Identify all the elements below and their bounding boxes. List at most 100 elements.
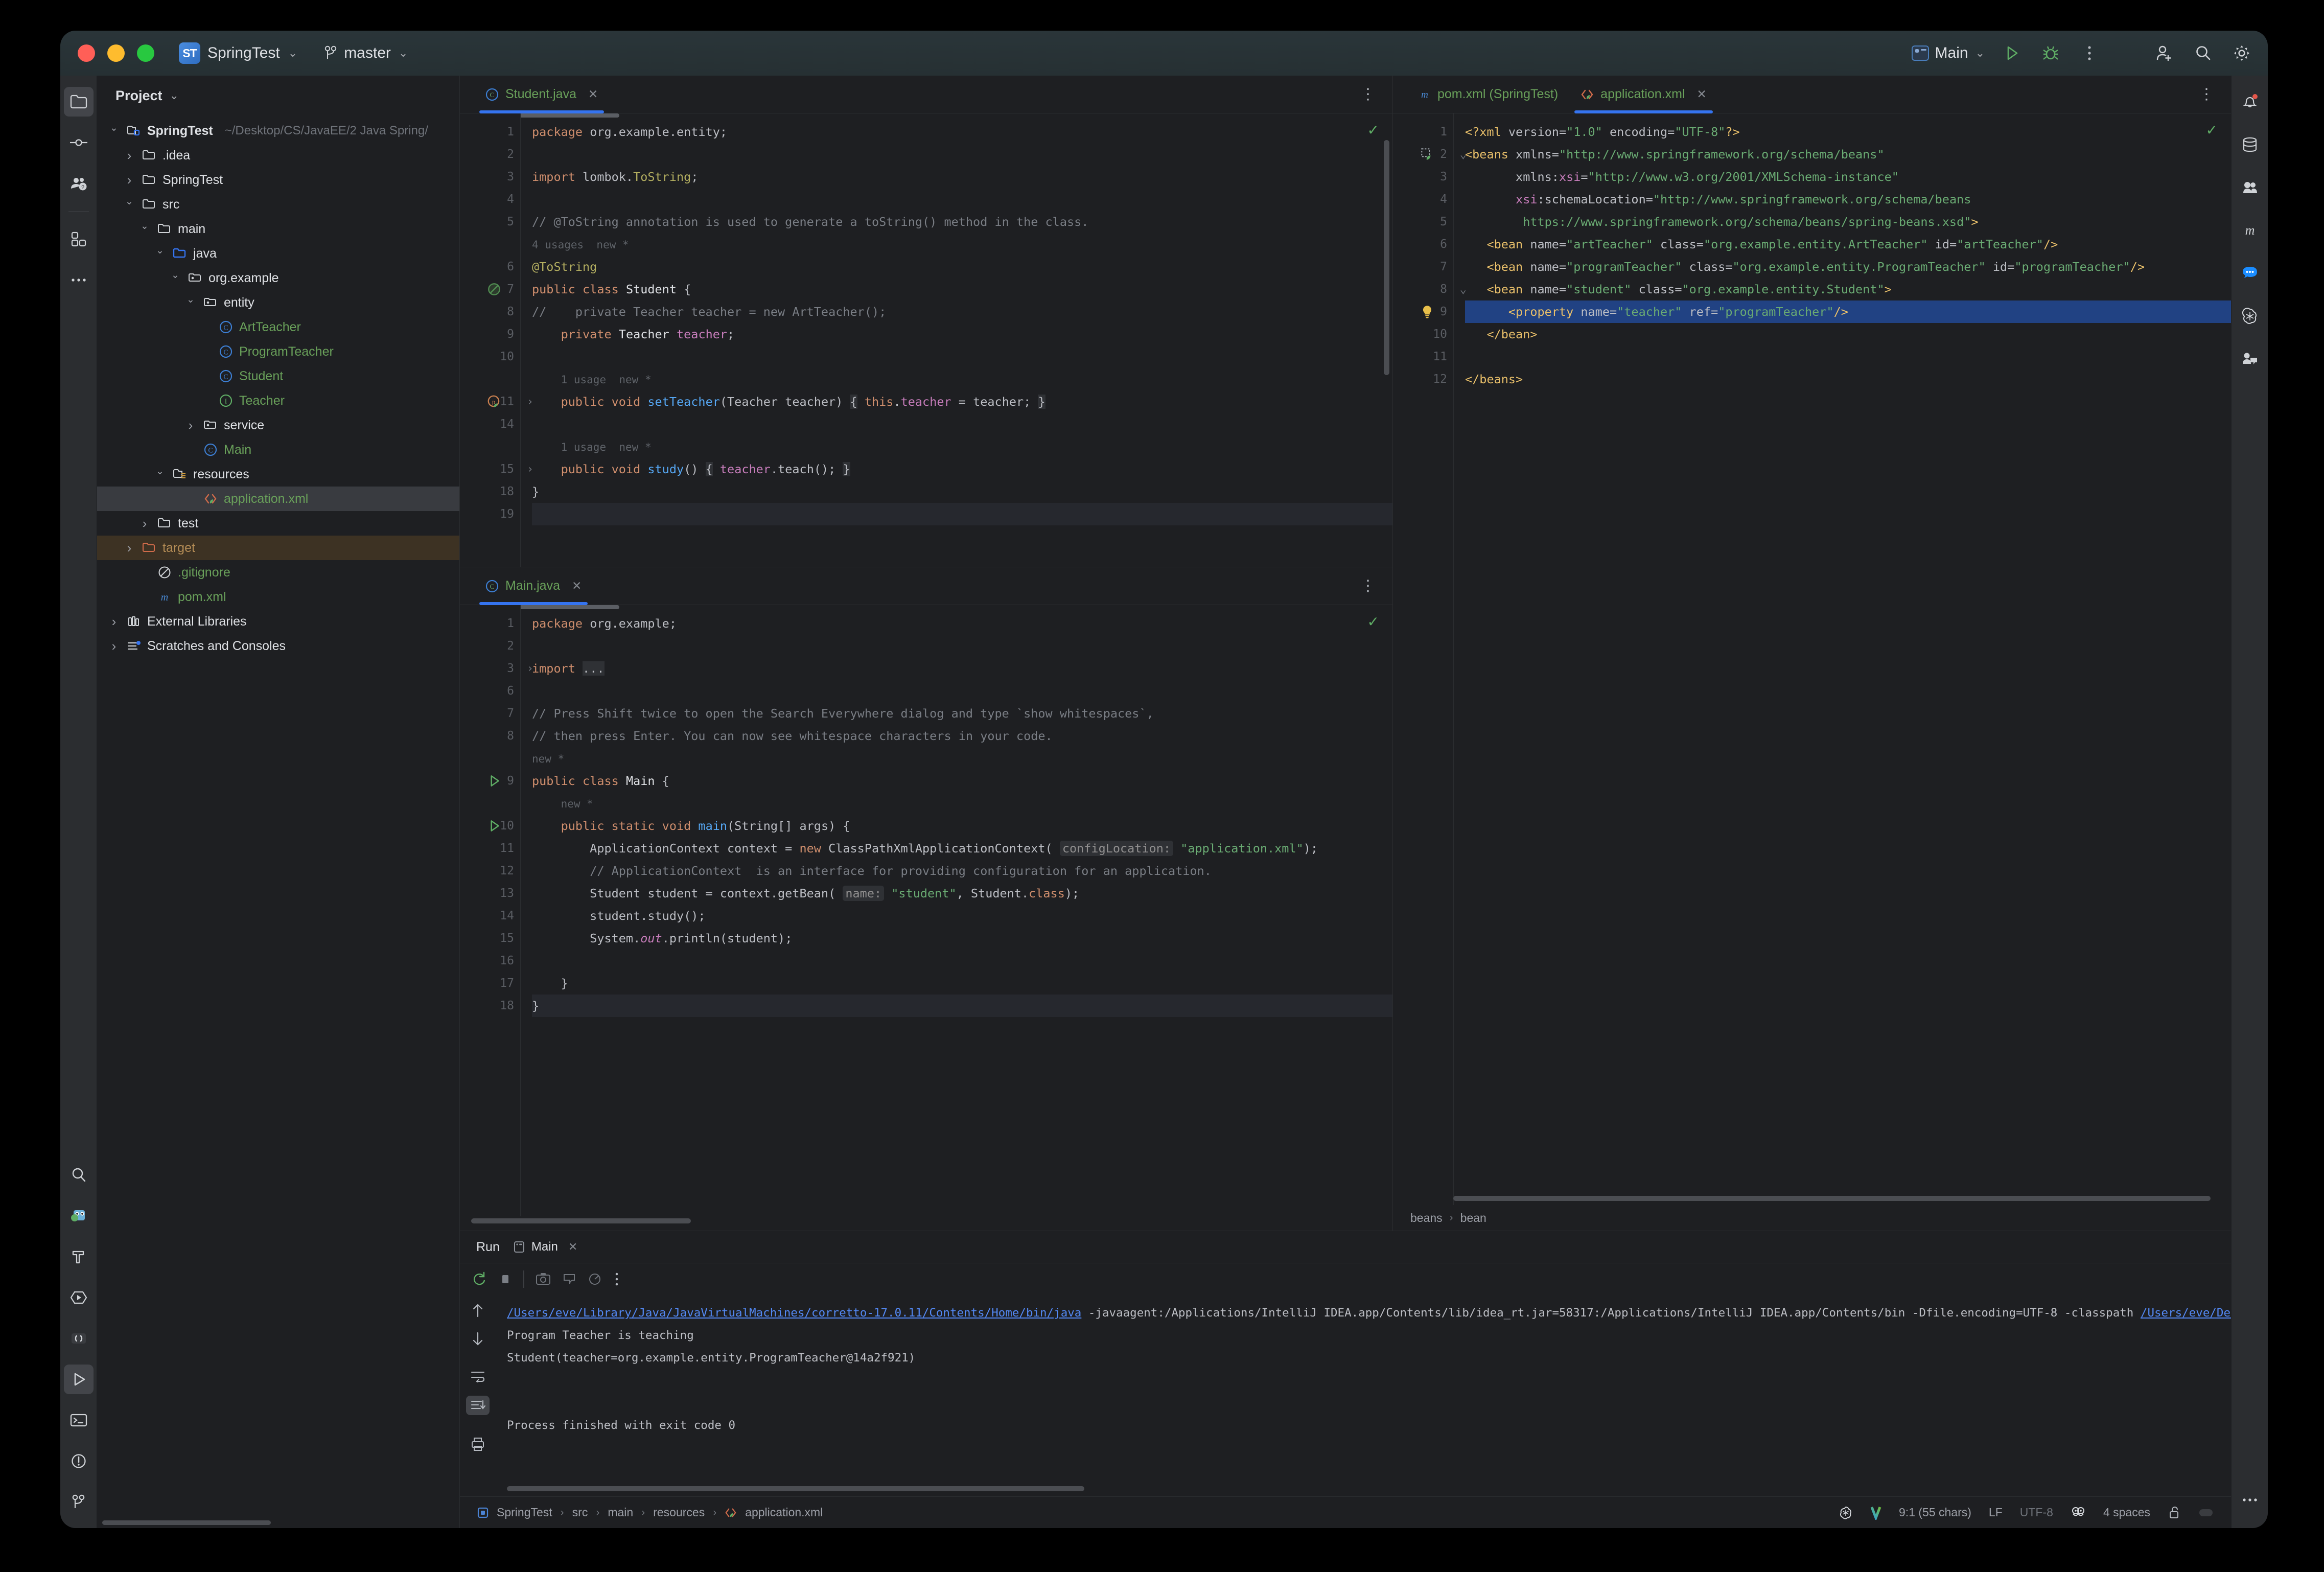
sidebar-item-more-right[interactable]	[2235, 1485, 2265, 1515]
openai-icon[interactable]	[1839, 1506, 1853, 1520]
console-link[interactable]: /Users/eve/Library/Java/JavaVirtualMachi…	[507, 1306, 1081, 1320]
code-line[interactable]: <bean name="artTeacher" class="org.examp…	[1465, 233, 2231, 256]
sidebar-item-build[interactable]	[64, 1242, 94, 1272]
camera-icon[interactable]	[536, 1272, 551, 1286]
gutter-line[interactable]: 18	[460, 995, 520, 1017]
gutter-line[interactable]	[460, 368, 520, 390]
tab-application-xml[interactable]: application.xml ✕	[1569, 76, 1718, 113]
code-line[interactable]: <property name="teacher" ref="programTea…	[1465, 300, 2231, 323]
close-icon[interactable]: ✕	[588, 87, 598, 101]
chevron-down-icon[interactable]: ⌄	[170, 89, 179, 102]
sidebar-item-terminal[interactable]	[64, 1405, 94, 1435]
line-separator[interactable]: LF	[1989, 1506, 2003, 1519]
code-xml[interactable]: <?xml version="1.0" encoding="UTF-8"?> <b…	[1453, 113, 2231, 1205]
gutter-line[interactable]: 17	[460, 972, 520, 995]
console-line[interactable]: Program Teacher is teaching	[507, 1324, 2231, 1347]
scroll-up-icon[interactable]	[471, 1303, 484, 1318]
stop-icon[interactable]	[499, 1273, 512, 1286]
editor-options-icon[interactable]: ⋮	[1360, 85, 1376, 103]
console-line[interactable]	[507, 1369, 2231, 1392]
lock-icon[interactable]	[2168, 1506, 2181, 1520]
branch-selector[interactable]: master ⌄	[324, 44, 408, 62]
run-button[interactable]	[2000, 41, 2024, 65]
inspection-ok-icon[interactable]: ✓	[1367, 613, 1379, 630]
sidebar-item-plugins[interactable]	[64, 224, 94, 254]
code-line[interactable]: public class Main {	[532, 770, 1392, 792]
chevron-right-icon[interactable]	[123, 172, 136, 188]
code-line[interactable]: https://www.springframework.org/schema/b…	[1465, 211, 2231, 233]
tree-item-springtest[interactable]: SpringTest ~/Desktop/CS/JavaEE/2 Java Spr…	[97, 119, 459, 143]
code-line[interactable]: // @ToString annotation is used to gener…	[532, 211, 1392, 233]
editor-body-student[interactable]: 1 2 3 4 5 6 7 8 9 10 11 p › 14 15 › 18 19 package org.exa…	[460, 113, 1392, 567]
add-user-icon[interactable]	[2152, 41, 2176, 65]
code-line[interactable]: 1 usage new *	[532, 435, 1392, 458]
tree-item-org-example[interactable]: org.example	[97, 266, 459, 290]
maximize-window-button[interactable]	[137, 44, 154, 62]
code-line[interactable]: import lombok.ToString;	[532, 166, 1392, 188]
project-panel-header[interactable]: Project ⌄	[97, 76, 459, 115]
gutter-line[interactable]: 10	[460, 815, 520, 837]
chevron-right-icon[interactable]	[138, 516, 151, 531]
inspection-ok-icon[interactable]: ✓	[1367, 122, 1379, 138]
breadcrumb-item[interactable]: bean	[1460, 1211, 1486, 1225]
code-line[interactable]: public static void main(String[] args) {	[532, 815, 1392, 837]
tree-item-application-xml[interactable]: application.xml	[97, 487, 459, 511]
console-line[interactable]	[507, 1392, 2231, 1414]
gutter-line[interactable]	[460, 792, 520, 815]
gutter-line[interactable]: 1	[460, 121, 520, 143]
run-configuration-selector[interactable]: Main ⌄	[1911, 44, 1985, 62]
code-line[interactable]: public void setTeacher(Teacher teacher) …	[532, 390, 1392, 413]
tree-item-artteacher[interactable]: C ArtTeacher	[97, 315, 459, 339]
caret-position[interactable]: 9:1 (55 chars)	[1899, 1506, 1971, 1519]
gutter-line[interactable]: 8	[460, 725, 520, 747]
code-line[interactable]: 4 usages new *	[532, 233, 1392, 256]
more-options-button[interactable]	[2078, 41, 2101, 65]
code-main[interactable]: package org.example; import ... // Press…	[520, 605, 1392, 1216]
code-line[interactable]: new *	[532, 747, 1392, 770]
code-line[interactable]: student.study();	[532, 905, 1392, 927]
code-line[interactable]: // Press Shift twice to open the Search …	[532, 702, 1392, 725]
sidebar-item-more[interactable]	[64, 265, 94, 295]
soft-wrap-icon[interactable]	[470, 1369, 485, 1382]
gutter-line[interactable]: 16	[460, 950, 520, 972]
sidebar-item-structure[interactable]	[64, 1324, 94, 1353]
code-line[interactable]: @ToString	[532, 256, 1392, 278]
gutter-main[interactable]: 1 2 3 › 6 7 8 9 10 11 12 13 14 15 16 17 18	[460, 605, 533, 1216]
gutter-line[interactable]: 4	[1393, 188, 1453, 211]
inspections-icon[interactable]	[2071, 1506, 2086, 1519]
memory-indicator[interactable]	[2198, 1506, 2214, 1519]
code-student[interactable]: package org.example.entity; import lombo…	[520, 113, 1392, 567]
project-scrollbar-horizontal[interactable]	[102, 1520, 271, 1525]
gutter-line[interactable]: 11 p ›	[460, 390, 533, 413]
editor-scrollbar-horizontal[interactable]	[1453, 1196, 2211, 1201]
chevron-down-icon[interactable]	[107, 125, 121, 137]
spring-property-icon[interactable]: p	[486, 394, 502, 409]
gutter-line[interactable]: 5	[460, 211, 520, 233]
file-encoding[interactable]: UTF-8	[2020, 1506, 2053, 1519]
gutter-line[interactable]: 7	[460, 702, 520, 725]
sidebar-item-search[interactable]	[64, 1160, 94, 1190]
gutter-line[interactable]: 4	[460, 188, 520, 211]
code-line[interactable]: xsi:schemaLocation="http://www.springfra…	[1465, 188, 2231, 211]
code-line[interactable]: import ...	[532, 657, 1392, 680]
code-line[interactable]: }	[532, 995, 1392, 1018]
tree-item-student[interactable]: C Student	[97, 364, 459, 388]
tab-pom-xml[interactable]: m pom.xml (SpringTest)	[1407, 76, 1569, 113]
code-line[interactable]: xmlns:xsi="http://www.w3.org/2001/XMLSch…	[1465, 166, 2231, 188]
status-breadcrumb-main[interactable]: main	[608, 1506, 633, 1519]
editor-body-xml[interactable]: 1 2 ⌄ 3 4 5 6 7 8 ⌄ 9 10 11 12 <?xml version="1.0" en…	[1393, 113, 2231, 1205]
tree-item-test[interactable]: test	[97, 511, 459, 536]
gutter-line[interactable]: 13	[460, 882, 520, 905]
status-breadcrumb-resources[interactable]: resources	[653, 1506, 705, 1519]
tree-item-teacher[interactable]: I Teacher	[97, 388, 459, 413]
code-line[interactable]: Student student = context.getBean( name:…	[532, 882, 1392, 905]
version-icon[interactable]	[1870, 1506, 1881, 1520]
code-line[interactable]: }	[532, 480, 1392, 503]
gutter-line[interactable]	[460, 435, 520, 458]
gutter-line[interactable]: 3	[1393, 166, 1453, 188]
code-line[interactable]: ApplicationContext context = new ClassPa…	[532, 837, 1392, 860]
tree-item-external-libraries[interactable]: External Libraries	[97, 609, 459, 634]
code-line[interactable]: <beans xmlns="http://www.springframework…	[1465, 143, 2231, 166]
sidebar-item-commit[interactable]	[64, 128, 94, 157]
sidebar-item-problems[interactable]	[64, 1446, 94, 1476]
